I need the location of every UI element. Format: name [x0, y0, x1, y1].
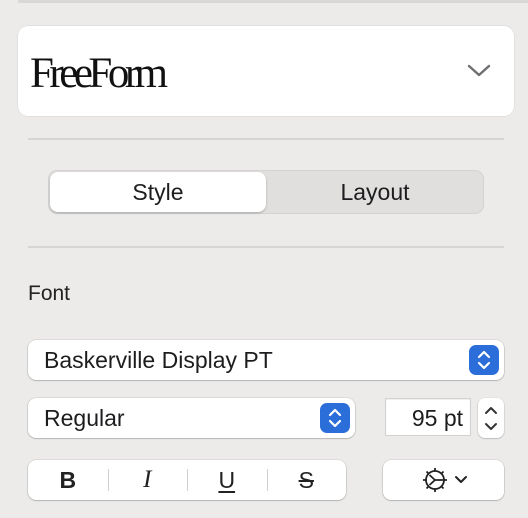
chevron-up-icon[interactable]	[483, 405, 499, 415]
font-section-label: Font	[28, 282, 71, 305]
advanced-options-button[interactable]	[383, 460, 504, 500]
gear-icon	[422, 468, 447, 492]
top-separator	[18, 0, 528, 3]
typeface-value: Regular	[44, 404, 125, 431]
font-size-stepper[interactable]	[478, 398, 504, 438]
bold-button[interactable]: B	[28, 460, 108, 500]
chevron-down-icon	[467, 64, 491, 77]
typeface-popup[interactable]: Regular	[28, 398, 355, 438]
tab-style[interactable]: Style	[50, 172, 266, 212]
text-format-buttons: B I U S	[28, 460, 346, 500]
divider	[28, 246, 504, 248]
font-size-field[interactable]: 95 pt	[385, 398, 471, 436]
italic-button[interactable]: I	[107, 460, 188, 500]
divider	[28, 138, 504, 140]
font-family-popup[interactable]: Baskerville Display PT	[28, 340, 504, 380]
strikethrough-button[interactable]: S	[266, 460, 347, 500]
chevron-down-icon	[454, 476, 467, 483]
style-layout-tabs: Style Layout	[48, 170, 484, 214]
underline-button[interactable]: U	[187, 460, 267, 500]
style-preview-text: FreeForm	[30, 50, 168, 97]
chevron-down-icon[interactable]	[483, 422, 499, 432]
font-family-value: Baskerville Display PT	[44, 346, 273, 373]
tab-layout[interactable]: Layout	[267, 171, 483, 213]
up-down-arrows-icon	[469, 345, 499, 375]
paragraph-style-selector[interactable]: FreeForm	[18, 26, 514, 116]
up-down-arrows-icon	[320, 403, 350, 433]
